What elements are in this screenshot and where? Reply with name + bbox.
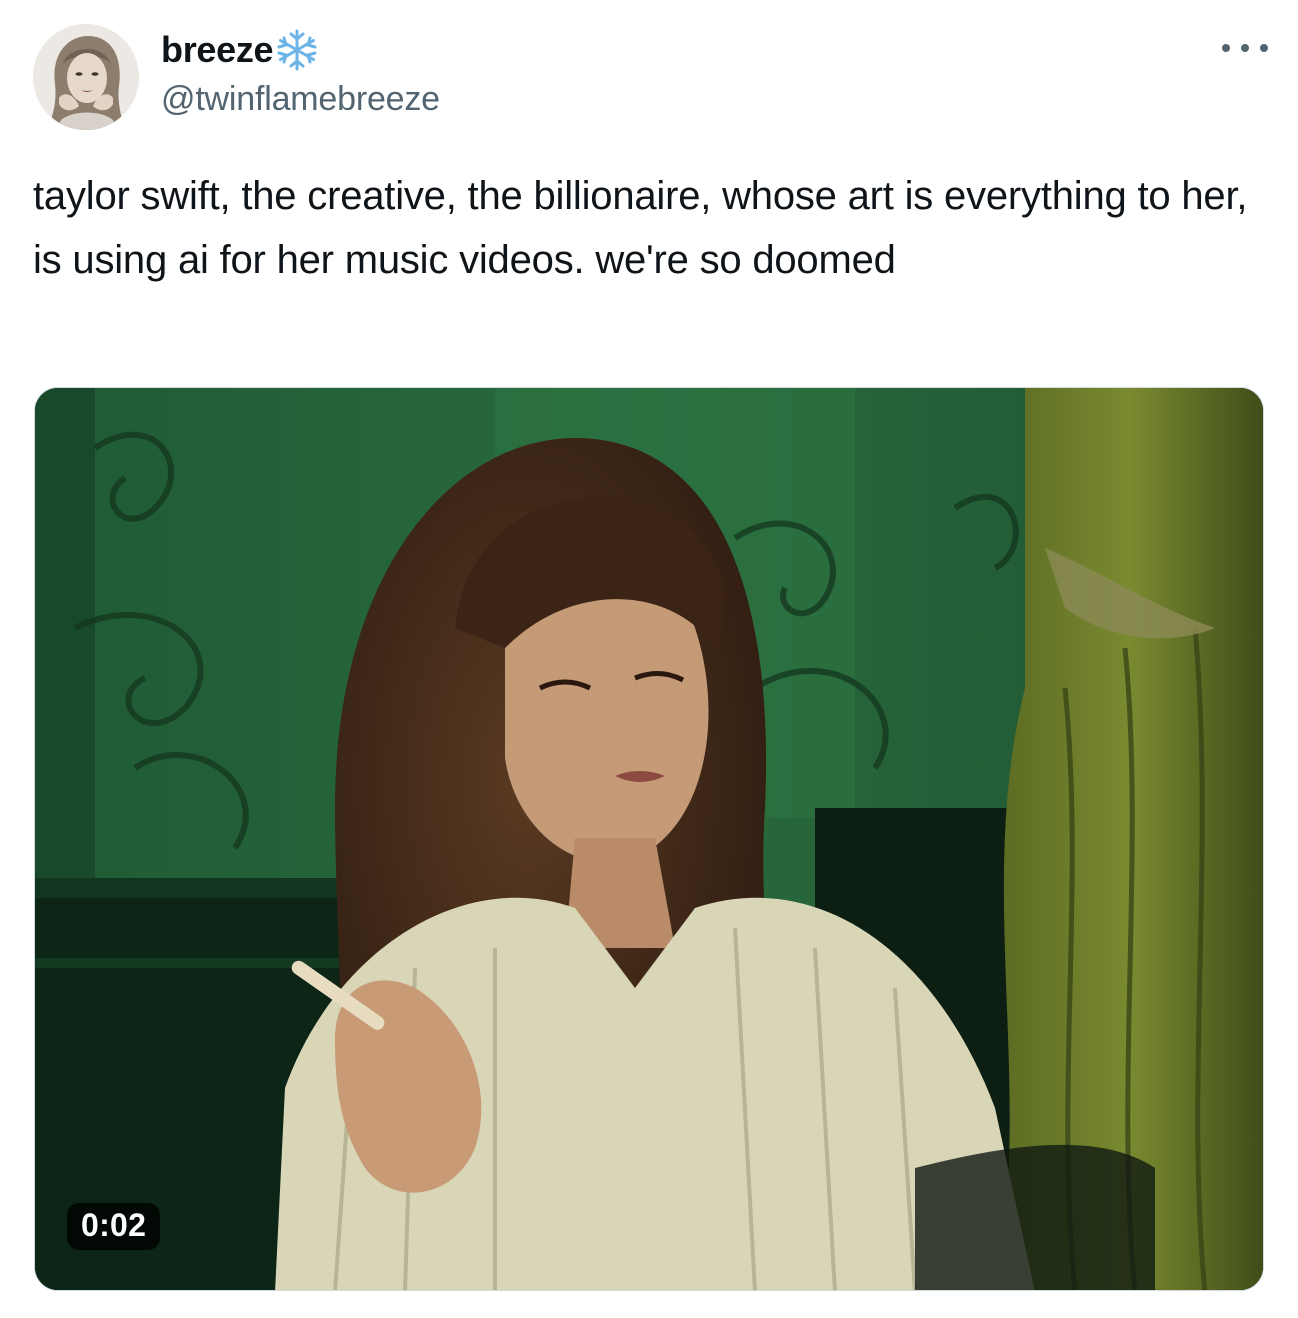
- more-dot: [1241, 44, 1249, 52]
- display-name[interactable]: breeze: [161, 29, 274, 71]
- tweet-card: breeze @twinflamebreeze taylor swift, th…: [0, 0, 1298, 1318]
- tweet-text: taylor swift, the creative, the billiona…: [33, 174, 1259, 282]
- snowflake-icon: [275, 28, 319, 72]
- video-duration-badge: 0:02: [67, 1203, 161, 1250]
- avatar[interactable]: [33, 24, 139, 130]
- user-handle[interactable]: @twinflamebreeze: [161, 80, 440, 119]
- video-frame: [35, 388, 1263, 1290]
- avatar-photo: [33, 24, 139, 130]
- more-dot: [1260, 44, 1268, 52]
- more-options-button[interactable]: [1222, 30, 1268, 66]
- more-horizontal-icon: [1222, 44, 1230, 52]
- video-player[interactable]: 0:02: [34, 387, 1264, 1291]
- display-name-row[interactable]: breeze: [161, 28, 319, 72]
